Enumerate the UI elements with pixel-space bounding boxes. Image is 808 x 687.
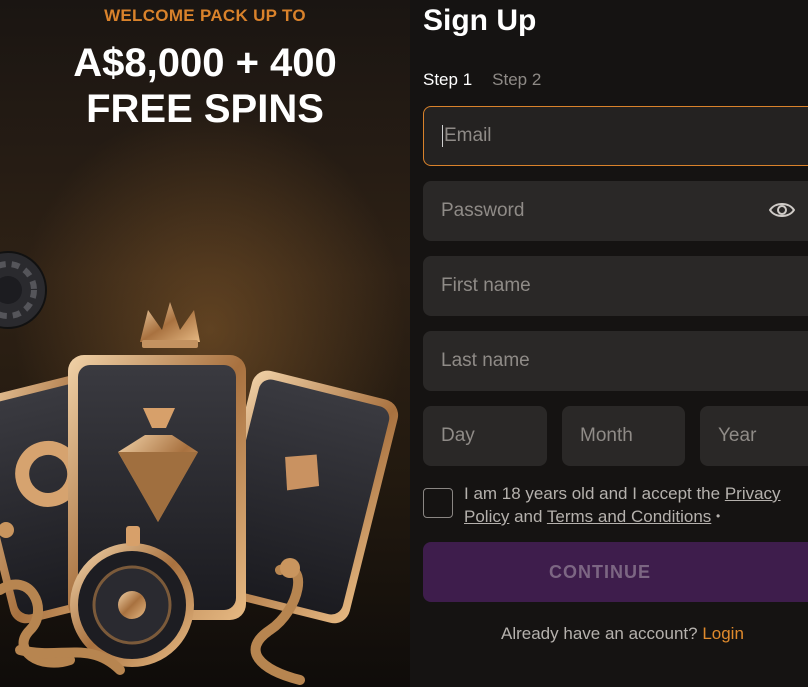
promo-kicker: WELCOME PACK UP TO <box>104 6 306 25</box>
email-placeholder: Email <box>444 125 492 146</box>
password-placeholder: Password <box>441 200 525 221</box>
terms-conditions-link[interactable]: Terms and Conditions <box>547 507 711 526</box>
day-field[interactable]: Day <box>423 406 547 466</box>
required-mark: • <box>716 509 721 523</box>
terms-and: and <box>509 507 547 526</box>
last-name-field[interactable]: Last name <box>423 331 808 391</box>
crown-icon <box>140 302 200 348</box>
month-placeholder: Month <box>580 425 633 446</box>
casino-cards-illustration <box>0 251 399 685</box>
continue-label: CONTINUE <box>549 561 651 582</box>
month-field[interactable]: Month <box>562 406 685 466</box>
step-indicator: Step 1 Step 2 <box>423 70 541 90</box>
step-1-tab[interactable]: Step 1 <box>423 70 472 90</box>
login-prompt-text: Already have an account? <box>501 624 703 643</box>
step-2-tab[interactable]: Step 2 <box>492 70 541 90</box>
email-field[interactable]: Email <box>423 106 808 166</box>
page-title: Sign Up <box>423 4 537 37</box>
day-placeholder: Day <box>441 425 475 446</box>
age-terms-checkbox[interactable] <box>423 488 453 518</box>
login-prompt: Already have an account? Login <box>501 624 744 644</box>
last-name-placeholder: Last name <box>441 350 530 371</box>
year-field[interactable]: Year <box>700 406 808 466</box>
terms-prefix: I am 18 years old and I accept the <box>464 484 725 503</box>
login-link[interactable]: Login <box>702 624 744 643</box>
text-caret <box>442 125 443 147</box>
password-field[interactable]: Password <box>423 181 808 241</box>
year-placeholder: Year <box>718 425 757 446</box>
terms-text: I am 18 years old and I accept the Priva… <box>464 482 808 528</box>
poker-chip-icon <box>0 251 47 329</box>
continue-button[interactable]: CONTINUE <box>423 542 808 602</box>
promo-amount: A$8,000 + 400 <box>73 41 337 85</box>
first-name-placeholder: First name <box>441 275 531 296</box>
eye-icon[interactable] <box>769 200 795 220</box>
first-name-field[interactable]: First name <box>423 256 808 316</box>
promo-panel: WELCOME PACK UP TO A$8,000 + 400 FREE SP… <box>0 0 410 687</box>
signup-form: Sign Up Step 1 Step 2 Email Password Fir… <box>423 0 808 687</box>
promo-spins: FREE SPINS <box>86 87 324 131</box>
